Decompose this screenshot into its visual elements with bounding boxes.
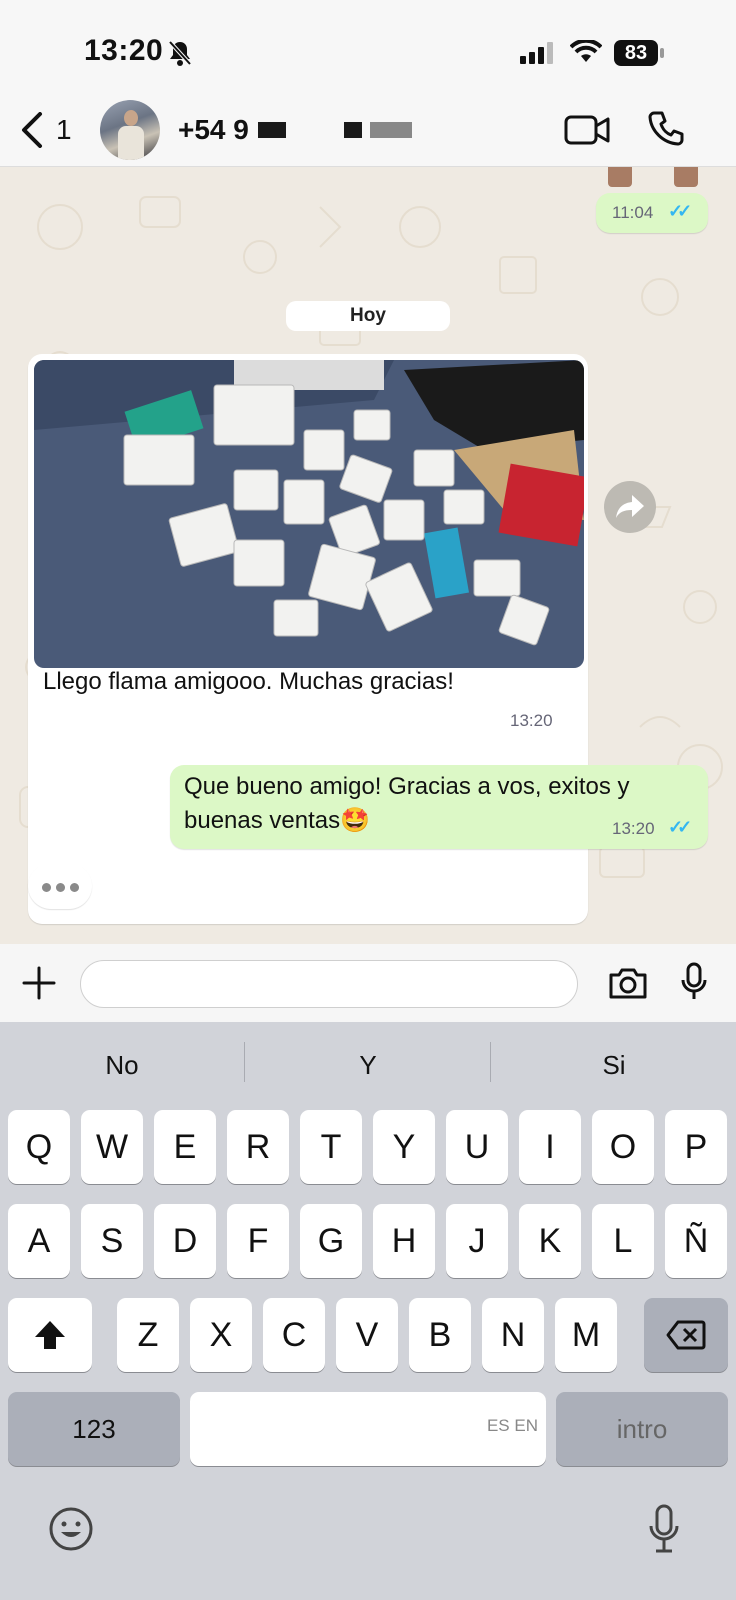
previous-image-fragment bbox=[674, 167, 698, 187]
key[interactable]: M bbox=[555, 1298, 617, 1372]
key[interactable]: J bbox=[446, 1204, 508, 1278]
video-call-icon[interactable] bbox=[564, 114, 610, 146]
keyboard: No Y Si Q W E R T Y U I O P A S D F G H … bbox=[0, 1022, 736, 1600]
message-text: buenas ventas bbox=[184, 807, 341, 834]
redacted-number bbox=[258, 122, 286, 138]
message-photo[interactable] bbox=[34, 360, 584, 668]
day-separator: Hoy bbox=[286, 301, 450, 331]
phone-call-icon[interactable] bbox=[648, 110, 684, 146]
key[interactable]: P bbox=[665, 1110, 727, 1184]
forward-arrow-icon bbox=[616, 495, 644, 518]
clock: 13:20 bbox=[84, 34, 164, 67]
previous-image-fragment bbox=[608, 167, 632, 187]
star-struck-emoji: 🤩 bbox=[340, 807, 371, 834]
message-text-line: Que bueno amigo! Gracias a vos, exitos y bbox=[184, 773, 630, 800]
key[interactable]: Z bbox=[117, 1298, 179, 1372]
emoji-icon[interactable] bbox=[48, 1506, 94, 1552]
suggestion-2[interactable]: Y bbox=[246, 1022, 490, 1108]
dictation-icon[interactable] bbox=[648, 1504, 680, 1554]
read-ticks-icon: ✓✓ bbox=[668, 201, 692, 221]
numbers-key[interactable]: 123 bbox=[8, 1392, 180, 1466]
chat-area[interactable]: 11:04 ✓✓ Hoy Llego flama amigooo. Muchas… bbox=[0, 167, 736, 944]
bell-muted-icon bbox=[168, 40, 192, 66]
redacted-number bbox=[344, 122, 362, 138]
composer-bar bbox=[0, 944, 736, 1022]
delete-key[interactable] bbox=[644, 1298, 728, 1372]
status-bar: 13:20 83 bbox=[0, 0, 736, 100]
key[interactable]: R bbox=[227, 1110, 289, 1184]
key[interactable]: F bbox=[227, 1204, 289, 1278]
microphone-icon[interactable] bbox=[680, 962, 708, 1002]
suggestion-3[interactable]: Si bbox=[492, 1022, 736, 1108]
message-time: 13:20 bbox=[510, 711, 553, 730]
key[interactable]: Ñ bbox=[665, 1204, 727, 1278]
battery-level: 83 bbox=[624, 42, 648, 64]
read-ticks-icon: ✓✓ bbox=[668, 817, 692, 837]
key[interactable]: T bbox=[300, 1110, 362, 1184]
key[interactable]: I bbox=[519, 1110, 581, 1184]
return-key[interactable]: intro bbox=[556, 1392, 728, 1466]
suggestion-1[interactable]: No bbox=[0, 1022, 244, 1108]
contact-name[interactable]: +54 9 bbox=[178, 114, 249, 146]
key[interactable]: U bbox=[446, 1110, 508, 1184]
message-time: 11:04 bbox=[612, 203, 654, 222]
key[interactable]: O bbox=[592, 1110, 654, 1184]
avatar[interactable] bbox=[100, 100, 160, 160]
key[interactable]: V bbox=[336, 1298, 398, 1372]
suggestion-divider bbox=[490, 1042, 491, 1082]
shift-key[interactable] bbox=[8, 1298, 92, 1372]
forward-button[interactable] bbox=[604, 481, 656, 533]
key[interactable]: X bbox=[190, 1298, 252, 1372]
key[interactable]: B bbox=[409, 1298, 471, 1372]
space-key[interactable]: ES EN bbox=[190, 1392, 546, 1466]
key[interactable]: G bbox=[300, 1204, 362, 1278]
key[interactable]: Y bbox=[373, 1110, 435, 1184]
key[interactable]: C bbox=[263, 1298, 325, 1372]
wifi-icon bbox=[570, 40, 602, 62]
key[interactable]: E bbox=[154, 1110, 216, 1184]
keyboard-language-label: ES EN bbox=[486, 1416, 538, 1435]
outgoing-message-bubble[interactable]: Que bueno amigo! Gracias a vos, exitos y… bbox=[170, 765, 708, 849]
key[interactable]: Q bbox=[8, 1110, 70, 1184]
unread-count[interactable]: 1 bbox=[56, 114, 72, 146]
plus-icon[interactable] bbox=[22, 966, 56, 1000]
redacted-number bbox=[370, 122, 412, 138]
key[interactable]: L bbox=[592, 1204, 654, 1278]
back-chevron-icon[interactable] bbox=[20, 112, 44, 148]
shift-arrow-icon bbox=[35, 1321, 65, 1349]
typing-indicator bbox=[28, 863, 92, 909]
key[interactable]: D bbox=[154, 1204, 216, 1278]
key[interactable]: S bbox=[81, 1204, 143, 1278]
message-text: Llego flama amigooo. Muchas gracias! bbox=[43, 668, 454, 695]
outgoing-message-bubble[interactable]: 11:04 ✓✓ bbox=[596, 193, 708, 233]
signal-icon bbox=[520, 42, 553, 64]
key[interactable]: N bbox=[482, 1298, 544, 1372]
message-input[interactable] bbox=[80, 960, 578, 1008]
key[interactable]: W bbox=[81, 1110, 143, 1184]
message-time: 13:20 bbox=[612, 819, 655, 838]
message-text-line: buenas ventas🤩 bbox=[184, 803, 370, 838]
camera-icon[interactable] bbox=[608, 966, 648, 1000]
chat-header: 1 +54 9 bbox=[0, 100, 736, 167]
battery-tip bbox=[660, 48, 664, 58]
key[interactable]: K bbox=[519, 1204, 581, 1278]
key[interactable]: A bbox=[8, 1204, 70, 1278]
key[interactable]: H bbox=[373, 1204, 435, 1278]
suggestion-divider bbox=[244, 1042, 245, 1082]
battery-indicator: 83 bbox=[614, 40, 658, 66]
backspace-icon bbox=[666, 1320, 706, 1350]
